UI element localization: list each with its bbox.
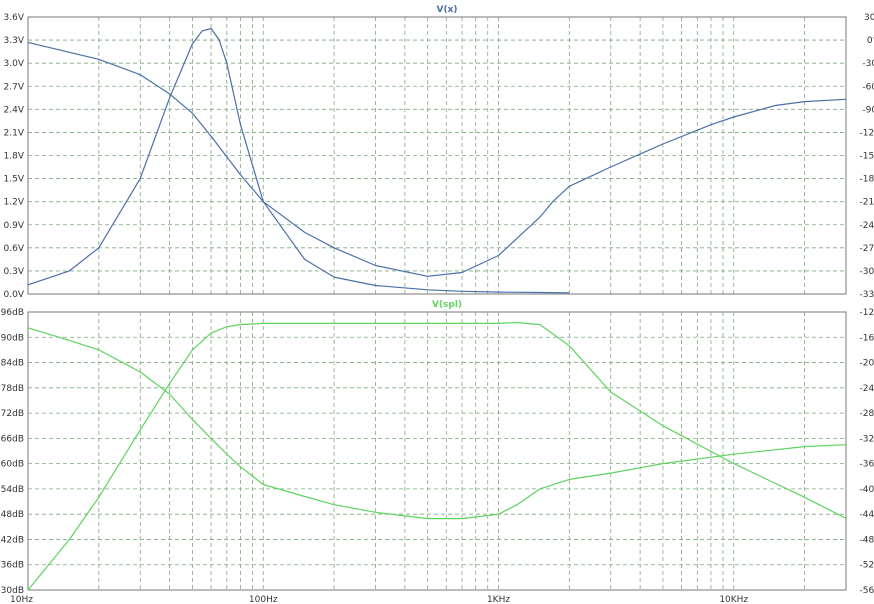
- x-axis-tick-label: 1KHz: [487, 595, 510, 604]
- right-axis-tick-label: -60°: [862, 82, 874, 92]
- right-axis-tick-label: -480°: [860, 535, 874, 545]
- left-axis-tick-label: 78dB: [1, 384, 24, 394]
- left-axis-tick-label: 3.6V: [4, 13, 25, 23]
- left-axis-tick-label: 1.5V: [4, 175, 25, 185]
- right-axis-tick-label: -560°: [860, 586, 874, 596]
- left-axis-tick-label: 42dB: [1, 535, 24, 545]
- left-axis-tick-label: 90dB: [1, 333, 24, 343]
- right-axis-tick-label: -330°: [860, 290, 874, 300]
- plot-title: V(spl): [432, 300, 462, 310]
- right-axis-tick-label: 30°: [864, 13, 874, 23]
- left-axis-tick-label: 96dB: [1, 308, 24, 318]
- left-axis-tick-label: 66dB: [1, 434, 24, 444]
- right-axis-tick-label: -270°: [860, 244, 874, 254]
- left-axis-tick-label: 0.0V: [4, 290, 25, 300]
- right-axis-tick-label: -150°: [860, 152, 874, 162]
- right-axis-tick-label: -120°: [860, 128, 874, 138]
- left-axis-tick-label: 60dB: [1, 460, 24, 470]
- left-axis-tick-label: 0.3V: [4, 267, 25, 277]
- x-axis-tick-label: 100Hz: [249, 595, 278, 604]
- left-axis-tick-label: 54dB: [1, 485, 24, 495]
- left-axis-tick-label: 36dB: [1, 561, 24, 571]
- right-axis-tick-label: -360°: [860, 460, 874, 470]
- right-axis-tick-label: -400°: [860, 485, 874, 495]
- right-axis-tick-label: -280°: [860, 409, 874, 419]
- right-axis-tick-label: 0°: [867, 36, 874, 46]
- right-axis-tick-label: -240°: [860, 221, 874, 231]
- bode-chart: 0.0V 0.3V 0.6V 0.9V 1.2V 1.5V 1.8V 2.1V 2.4V 2.7V…: [1, 5, 874, 604]
- right-axis-tick-label: -160°: [860, 333, 874, 343]
- right-axis-tick-label: -30°: [862, 59, 874, 69]
- left-axis-tick-label: 1.8V: [4, 152, 25, 162]
- left-axis-tick-label: 0.6V: [4, 244, 25, 254]
- right-axis-tick-label: -520°: [860, 561, 874, 571]
- left-axis-tick-label: 0.9V: [4, 221, 25, 231]
- left-axis-tick-label: 2.7V: [4, 82, 25, 92]
- right-axis-tick-label: -210°: [860, 198, 874, 208]
- right-axis-tick-label: -300°: [860, 267, 874, 277]
- left-axis-tick-label: 84dB: [1, 359, 24, 369]
- left-axis-tick-label: 1.2V: [4, 198, 25, 208]
- left-axis-tick-label: 2.4V: [4, 105, 25, 115]
- left-axis-tick-label: 3.0V: [4, 59, 25, 69]
- right-axis-tick-label: -200°: [860, 359, 874, 369]
- plot-title: V(x): [437, 5, 458, 15]
- x-axis-tick-label: 10Hz: [10, 595, 33, 604]
- plot-frame: [27, 311, 847, 591]
- left-axis-tick-label: 48dB: [1, 510, 24, 520]
- right-axis-tick-label: -120°: [860, 308, 874, 318]
- right-axis-tick-label: -440°: [860, 510, 874, 520]
- right-axis-tick-label: -180°: [860, 175, 874, 185]
- plot-window: 0.0V 0.3V 0.6V 0.9V 1.2V 1.5V 1.8V 2.1V 2.4V 2.7V…: [0, 0, 874, 604]
- left-axis-tick-label: 72dB: [1, 409, 24, 419]
- left-axis-tick-label: 3.3V: [4, 36, 25, 46]
- x-axis-tick-label: 10KHz: [719, 595, 748, 604]
- right-axis-tick-label: -320°: [860, 434, 874, 444]
- right-axis-tick-label: -240°: [860, 384, 874, 394]
- right-axis-tick-label: -90°: [862, 105, 874, 115]
- left-axis-tick-label: 2.1V: [4, 128, 25, 138]
